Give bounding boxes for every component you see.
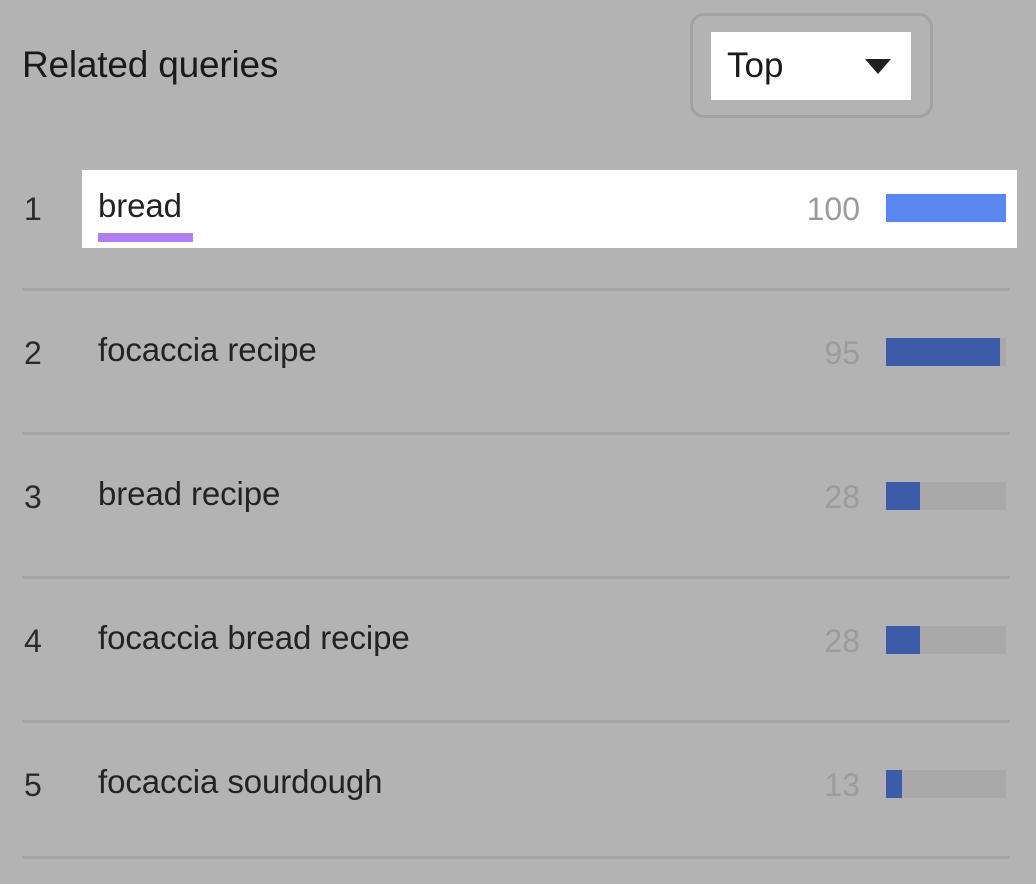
row-query-link[interactable]: focaccia recipe — [98, 328, 317, 372]
row-divider — [22, 576, 1010, 579]
row-bar-track — [886, 626, 1006, 654]
row-query-link[interactable]: bread recipe — [98, 472, 280, 516]
page-title: Related queries — [22, 44, 279, 85]
row-bar-fill — [886, 626, 920, 654]
row-query-link[interactable]: focaccia bread recipe — [98, 616, 410, 660]
row-value: 100 — [806, 191, 860, 227]
row-bar-track — [886, 338, 1006, 366]
row-bar-fill — [886, 482, 920, 510]
row-query-label: focaccia sourdough — [98, 763, 383, 800]
chevron-down-icon — [865, 58, 891, 74]
row-value: 28 — [824, 479, 860, 515]
table-row[interactable]: 2 focaccia recipe 95 — [0, 294, 1036, 438]
row-query-label: focaccia bread recipe — [98, 619, 410, 656]
row-query-label: focaccia recipe — [98, 331, 317, 368]
row-query-link[interactable]: bread — [98, 184, 193, 242]
row-query-label: bread — [98, 187, 182, 224]
row-divider — [22, 288, 1010, 291]
row-rank: 2 — [24, 335, 42, 371]
row-value: 95 — [824, 335, 860, 371]
row-bar-fill — [886, 338, 1000, 366]
row-query-label: bread recipe — [98, 475, 281, 512]
row-bar-fill — [886, 770, 902, 798]
sort-select-value: Top — [727, 46, 784, 85]
table-row[interactable]: 4 focaccia bread recipe 28 — [0, 582, 1036, 726]
table-row[interactable]: 1 bread 100 — [0, 150, 1036, 294]
row-rank: 4 — [24, 623, 42, 659]
row-query-link[interactable]: focaccia sourdough — [98, 760, 382, 804]
row-value: 13 — [824, 767, 860, 803]
row-rank: 3 — [24, 479, 42, 515]
panel-header: Related queries Top — [0, 0, 1036, 132]
row-divider — [22, 720, 1010, 723]
table-row[interactable]: 3 bread recipe 28 — [0, 438, 1036, 582]
row-divider — [22, 432, 1010, 435]
row-bar-fill — [886, 194, 1006, 222]
row-bar-track — [886, 770, 1006, 798]
related-queries-list: 1 bread 100 2 focaccia recipe 95 3 bread… — [0, 150, 1036, 870]
row-value: 28 — [824, 623, 860, 659]
row-rank: 1 — [24, 191, 42, 227]
row-bar-track — [886, 482, 1006, 510]
table-row[interactable]: 5 focaccia sourdough 13 — [0, 726, 1036, 870]
row-divider — [22, 856, 1010, 859]
row-query-underline — [98, 233, 193, 242]
related-queries-panel: Related queries Top 1 bread 100 2 focacc… — [0, 0, 1036, 884]
sort-select[interactable]: Top — [711, 32, 911, 100]
sort-select-focus-ring: Top — [690, 13, 933, 118]
row-bar-track — [886, 194, 1006, 222]
row-highlight[interactable] — [82, 170, 1017, 248]
row-rank: 5 — [24, 767, 42, 803]
